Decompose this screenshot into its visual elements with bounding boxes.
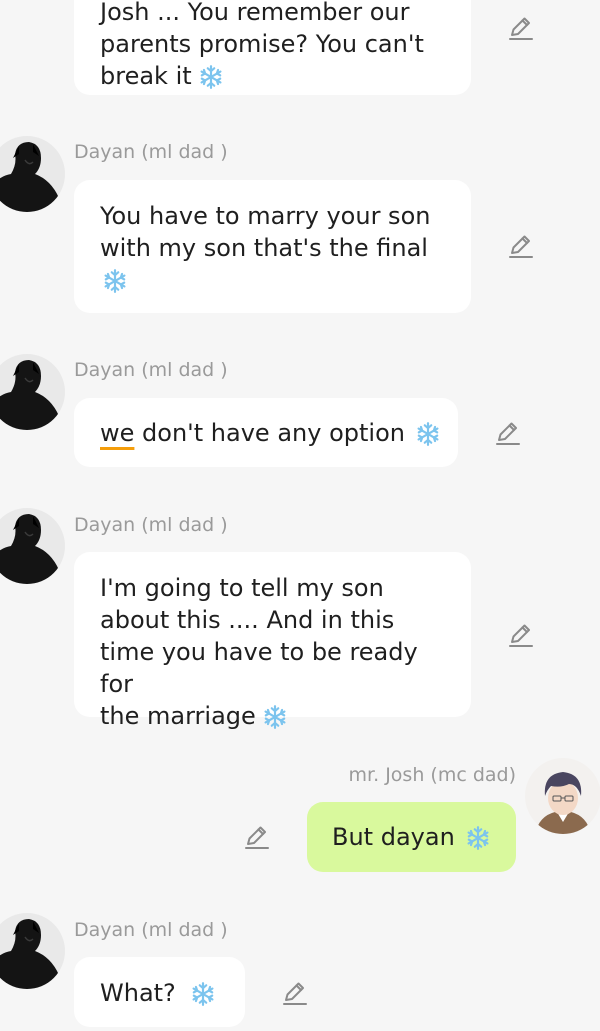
sender-name: Dayan (ml dad ) xyxy=(74,919,228,941)
message-bubble: But dayan xyxy=(307,802,516,872)
pencil-edit-icon[interactable] xyxy=(494,419,522,447)
avatar[interactable] xyxy=(0,136,65,212)
avatar[interactable] xyxy=(0,913,65,989)
message-bubble: Josh ... You remember our parents promis… xyxy=(74,0,471,95)
avatar[interactable] xyxy=(0,508,65,584)
message-line: What? xyxy=(100,979,176,1007)
message-bubble: You have to marry your son with my son t… xyxy=(74,180,471,313)
snowflake-icon xyxy=(415,421,441,447)
sender-name: Dayan (ml dad ) xyxy=(74,514,228,536)
sender-name: Dayan (ml dad ) xyxy=(74,141,228,163)
snowflake-icon xyxy=(102,268,128,294)
pencil-edit-icon[interactable] xyxy=(507,232,535,260)
message-line: But dayan xyxy=(332,823,455,851)
message-line: I'm going to tell my son xyxy=(100,574,384,602)
message-line: about this .... And in this xyxy=(100,606,395,634)
snowflake-icon xyxy=(198,64,224,90)
sender-name: Dayan (ml dad ) xyxy=(74,359,228,381)
message-line: don't have any option xyxy=(134,419,405,447)
snowflake-icon xyxy=(465,825,491,851)
snowflake-icon xyxy=(190,981,216,1007)
pencil-edit-icon[interactable] xyxy=(243,823,271,851)
message-line: Josh ... You remember our xyxy=(100,0,410,26)
message-line: parents promise? You can't xyxy=(100,30,424,58)
avatar[interactable] xyxy=(525,758,600,834)
message-line: the marriage xyxy=(100,702,256,730)
message-line: You have to marry your son xyxy=(100,202,431,230)
message-bubble: we don't have any option xyxy=(74,398,458,467)
sender-name: mr. Josh (mc dad) xyxy=(348,764,516,786)
pencil-edit-icon[interactable] xyxy=(281,979,309,1007)
message-line: time you have to be ready for xyxy=(100,638,418,698)
pencil-edit-icon[interactable] xyxy=(507,621,535,649)
spellcheck-word[interactable]: we xyxy=(100,419,134,447)
snowflake-icon xyxy=(262,704,288,730)
message-line: break it xyxy=(100,62,192,90)
message-bubble: I'm going to tell my son about this ....… xyxy=(74,552,471,730)
message-bubble: What? xyxy=(74,957,245,1027)
message-line: with my son that's the final xyxy=(100,234,428,262)
pencil-edit-icon[interactable] xyxy=(507,14,535,42)
avatar[interactable] xyxy=(0,354,65,430)
